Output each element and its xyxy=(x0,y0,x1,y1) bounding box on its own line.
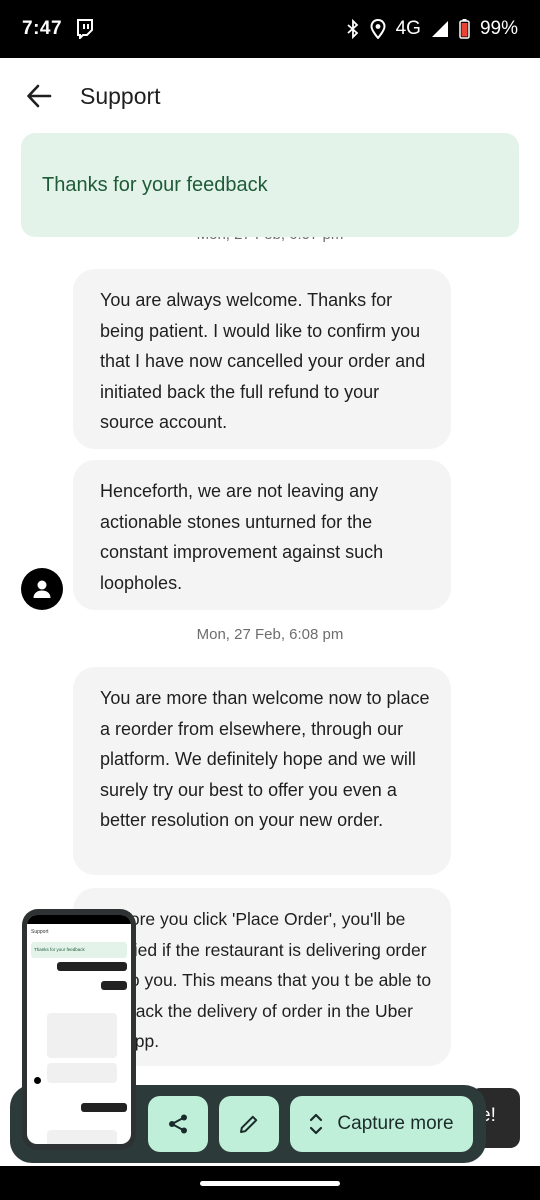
status-time: 7:47 xyxy=(22,18,63,39)
network-label: 4G xyxy=(395,18,421,39)
edit-button[interactable] xyxy=(219,1096,279,1152)
navigation-bar xyxy=(0,1166,540,1200)
app-bar: Support xyxy=(0,58,540,134)
location-icon xyxy=(370,19,386,39)
message-bubble: You are more than welcome now to place a… xyxy=(73,667,451,875)
chat-timestamp: Mon, 27 Feb, 6:08 pm xyxy=(196,626,344,643)
feedback-banner: Thanks for your feedback xyxy=(21,133,519,237)
screenshot-thumbnail[interactable]: Support Thanks for your feedback xyxy=(22,909,136,1150)
thumbnail-title: Support xyxy=(31,929,49,935)
status-bar: 7:47 4G 99% xyxy=(0,0,540,58)
expand-vertical-icon xyxy=(310,1113,323,1135)
arrow-left-icon xyxy=(27,84,52,108)
share-button[interactable] xyxy=(148,1096,208,1152)
thumbnail-banner: Thanks for your feedback xyxy=(31,942,127,958)
battery-percent: 99% xyxy=(479,18,518,39)
message-bubble: You are always welcome. Thanks for being… xyxy=(73,269,451,449)
page-title: Support xyxy=(80,82,161,109)
thumbnail-screen: Support Thanks for your feedback xyxy=(27,915,131,1144)
message-bubble: Henceforth, we are not leaving any actio… xyxy=(73,460,451,610)
twitch-icon xyxy=(76,19,94,39)
pencil-icon xyxy=(240,1115,258,1133)
home-gesture-handle[interactable] xyxy=(200,1181,340,1186)
support-agent-avatar xyxy=(21,568,63,610)
back-button[interactable] xyxy=(22,79,56,113)
person-icon xyxy=(33,580,51,598)
bluetooth-icon xyxy=(346,19,360,39)
feedback-banner-text: Thanks for your feedback xyxy=(42,173,268,196)
capture-more-label: Capture more xyxy=(337,1113,454,1134)
battery-icon xyxy=(459,19,470,39)
capture-more-button[interactable]: Capture more xyxy=(290,1096,473,1152)
share-icon xyxy=(169,1114,187,1134)
signal-icon xyxy=(431,20,449,38)
